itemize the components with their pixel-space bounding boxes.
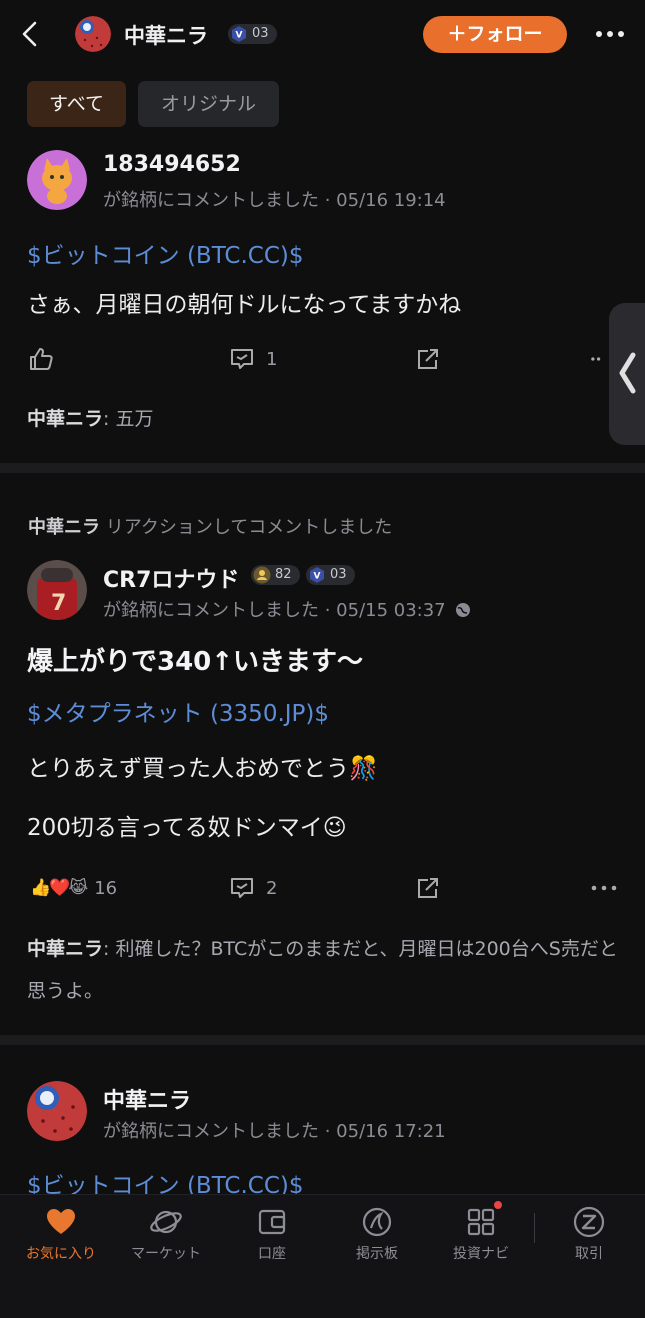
follow-button[interactable]: ＋フォロー [423, 16, 567, 53]
comment-button[interactable]: 1 [228, 344, 277, 374]
fan-count: 82 [275, 567, 292, 582]
context-text: リアクションしてコメントしました [100, 517, 393, 538]
reaction-icons: 👍❤️😹 [30, 878, 88, 898]
share-button[interactable] [414, 344, 442, 374]
trade-icon [573, 1206, 605, 1238]
side-drawer-handle[interactable] [609, 303, 645, 445]
reaction-context: 中華ニラ リアクションしてコメントしました [28, 513, 392, 539]
more-options-icon[interactable] [594, 24, 626, 44]
bottom-navigation: お気に入り マーケット 口座 掲示板 投資ナビ 取引 [0, 1194, 645, 1318]
reply-text: : 五万 [103, 408, 154, 430]
post-text-line: 200切る言ってる奴ドンマイ😉 [27, 815, 347, 841]
post-meta-text: が銘柄にコメントしました · 05/15 03:37 [103, 600, 446, 621]
like-button[interactable] [27, 344, 55, 374]
nav-label: 投資ナビ [453, 1246, 509, 1262]
more-options-icon [591, 357, 601, 361]
share-icon [418, 878, 438, 898]
post-meta: が銘柄にコメントしました · 05/16 19:14 [103, 190, 446, 211]
post-username[interactable]: 183494652 [103, 152, 241, 177]
fan-badge: 82 [251, 565, 300, 585]
nav-label: 口座 [258, 1246, 286, 1262]
svg-text:7: 7 [51, 591, 66, 616]
divider [0, 1035, 645, 1045]
post-meta: が銘柄にコメントしました · 05/16 17:21 [103, 1121, 446, 1142]
nav-account[interactable]: 口座 [222, 1205, 322, 1263]
svg-text:V: V [314, 572, 321, 582]
top-bar: 中華ニラ V 03 ＋フォロー [0, 0, 645, 70]
post-headline: 爆上がりで340↑いきます〜 [27, 647, 364, 677]
divider [0, 463, 645, 473]
tab-original[interactable]: オリジナル [138, 81, 279, 127]
v-level-icon: V [310, 567, 324, 583]
nav-label: 掲示板 [356, 1246, 398, 1262]
post-text-line: とりあえず買った人おめでとう🎊 [27, 756, 378, 782]
ticker-link[interactable]: $メタプラネット (3350.JP)$ [27, 694, 329, 728]
heart-icon [47, 1209, 75, 1234]
comment-count: 1 [266, 348, 278, 370]
comment-icon [231, 878, 253, 898]
post-avatar[interactable] [27, 150, 87, 210]
back-arrow-icon[interactable] [18, 19, 42, 49]
wallet-icon [258, 1209, 286, 1235]
tab-all[interactable]: すべて [27, 81, 126, 127]
level-badge: V 03 [306, 565, 355, 585]
post-username[interactable]: CR7ロナウド [103, 562, 239, 594]
thumbs-up-icon [30, 348, 53, 370]
v-level-icon: V [232, 26, 246, 42]
nav-label: 取引 [575, 1246, 603, 1262]
planet-icon [150, 1210, 182, 1234]
notification-dot [494, 1201, 502, 1209]
reply-text: : 利確した？BTCがこのままだと、月曜日は200台へS売だと思うよ。 [27, 938, 618, 1002]
context-author: 中華ニラ [28, 517, 100, 538]
post-avatar[interactable] [27, 1081, 87, 1141]
chevron-left-icon [619, 352, 636, 394]
comment-count: 2 [266, 877, 278, 899]
reaction-count: 16 [94, 877, 118, 899]
nav-trade[interactable]: 取引 [539, 1205, 639, 1263]
globe-icon [456, 603, 471, 617]
post-avatar[interactable]: 7 [27, 560, 87, 620]
nav-board[interactable]: 掲示板 [327, 1205, 427, 1263]
nav-favorites[interactable]: お気に入り [11, 1205, 111, 1263]
more-options-icon [591, 885, 617, 891]
post-more-button[interactable] [590, 344, 610, 374]
grid-icon [467, 1208, 495, 1236]
profile-name: 中華ニラ [124, 24, 208, 48]
level-number: 03 [252, 26, 269, 41]
comment-button[interactable]: 2 [228, 873, 277, 903]
post-more-button[interactable] [590, 873, 618, 903]
nav-market[interactable]: マーケット [116, 1205, 216, 1263]
nav-divider [534, 1213, 535, 1243]
ticker-link[interactable]: $ビットコイン (BTC.CC)$ [27, 236, 304, 270]
nav-investment-navi[interactable]: 投資ナビ [431, 1205, 531, 1263]
reactions-button[interactable]: 👍❤️😹 16 [30, 873, 117, 903]
board-icon [362, 1207, 392, 1237]
share-button[interactable] [414, 873, 442, 903]
reply-preview[interactable]: 中華ニラ: 利確した？BTCがこのままだと、月曜日は200台へS売だと思うよ。 [27, 928, 627, 1012]
reply-author: 中華ニラ [27, 938, 104, 960]
svg-text:V: V [236, 31, 243, 41]
share-icon [418, 349, 438, 369]
post-meta: が銘柄にコメントしました · 05/15 03:37 [103, 596, 471, 622]
post-text: さぁ、月曜日の朝何ドルになってますかね [27, 292, 462, 318]
level-badge: V 03 [228, 24, 277, 44]
comment-icon [231, 349, 253, 369]
post-username[interactable]: 中華ニラ [103, 1083, 191, 1115]
nav-label: マーケット [131, 1246, 201, 1262]
nav-label: お気に入り [26, 1246, 96, 1262]
level-number: 03 [330, 567, 347, 582]
reply-author: 中華ニラ [27, 408, 104, 430]
reply-preview[interactable]: 中華ニラ: 五万 [27, 398, 153, 440]
users-icon [253, 566, 271, 584]
profile-avatar[interactable] [75, 16, 111, 52]
